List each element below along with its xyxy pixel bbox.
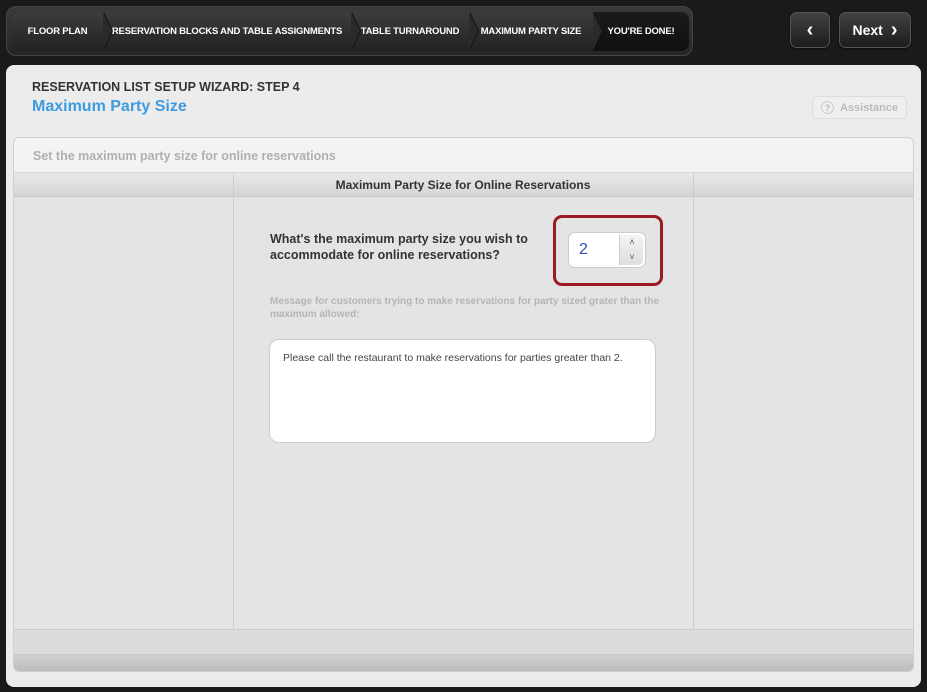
- wizard-panel: RESERVATION LIST SETUP WIZARD: STEP 4 Ma…: [6, 65, 921, 687]
- help-icon: ?: [820, 101, 834, 114]
- step-label: YOU'RE DONE!: [607, 26, 675, 37]
- settings-section: Set the maximum party size for online re…: [13, 137, 914, 672]
- step-label: MAXIMUM PARTY SIZE: [480, 26, 582, 37]
- chevron-left-icon: ‹: [806, 19, 814, 41]
- wizard-step-heading: RESERVATION LIST SETUP WIZARD: STEP 4: [32, 80, 300, 94]
- wizard-steps: FLOOR PLAN RESERVATION BLOCKS AND TABLE …: [12, 12, 689, 51]
- message-label: Message for customers trying to make res…: [270, 296, 660, 320]
- chevron-down-icon[interactable]: ˅: [620, 250, 644, 265]
- column-title: Maximum Party Size for Online Reservatio…: [335, 178, 591, 192]
- wizard-steps-bar: FLOOR PLAN RESERVATION BLOCKS AND TABLE …: [6, 6, 693, 56]
- step-label: RESERVATION BLOCKS AND TABLE ASSIGNMENTS: [111, 26, 343, 37]
- step-floor-plan[interactable]: FLOOR PLAN: [12, 12, 113, 51]
- step-reservation-blocks[interactable]: RESERVATION BLOCKS AND TABLE ASSIGNMENTS: [103, 12, 361, 51]
- column-divider: [233, 173, 234, 629]
- next-label: Next: [852, 22, 883, 38]
- step-youre-done[interactable]: YOU'RE DONE!: [593, 12, 689, 51]
- max-party-size-question: What's the maximum party size you wish t…: [270, 232, 528, 262]
- step-maximum-party-size[interactable]: MAXIMUM PARTY SIZE: [469, 12, 603, 51]
- page-title: Maximum Party Size: [32, 98, 187, 115]
- column-header: Maximum Party Size for Online Reservatio…: [14, 173, 913, 197]
- step-label: TABLE TURNAROUND: [360, 26, 460, 37]
- section-footer: [14, 629, 913, 671]
- max-party-size-stepper[interactable]: 2 ˄ ˅: [568, 232, 646, 268]
- section-subheading: Set the maximum party size for online re…: [14, 138, 913, 173]
- step-label: FLOOR PLAN: [27, 26, 88, 37]
- stepper-arrows: ˄ ˅: [619, 235, 643, 265]
- chevron-right-icon: ›: [890, 19, 898, 41]
- back-button[interactable]: ‹: [790, 12, 830, 48]
- assistance-label: Assistance: [839, 101, 899, 114]
- step-table-turnaround[interactable]: TABLE TURNAROUND: [351, 12, 479, 51]
- chevron-up-icon[interactable]: ˄: [620, 235, 644, 250]
- column-divider: [693, 173, 694, 629]
- next-button[interactable]: Next ›: [839, 12, 911, 48]
- max-party-size-value[interactable]: 2: [579, 241, 588, 259]
- assistance-button[interactable]: ? Assistance: [812, 96, 907, 119]
- customer-message-field[interactable]: Please call the restaurant to make reser…: [269, 339, 656, 443]
